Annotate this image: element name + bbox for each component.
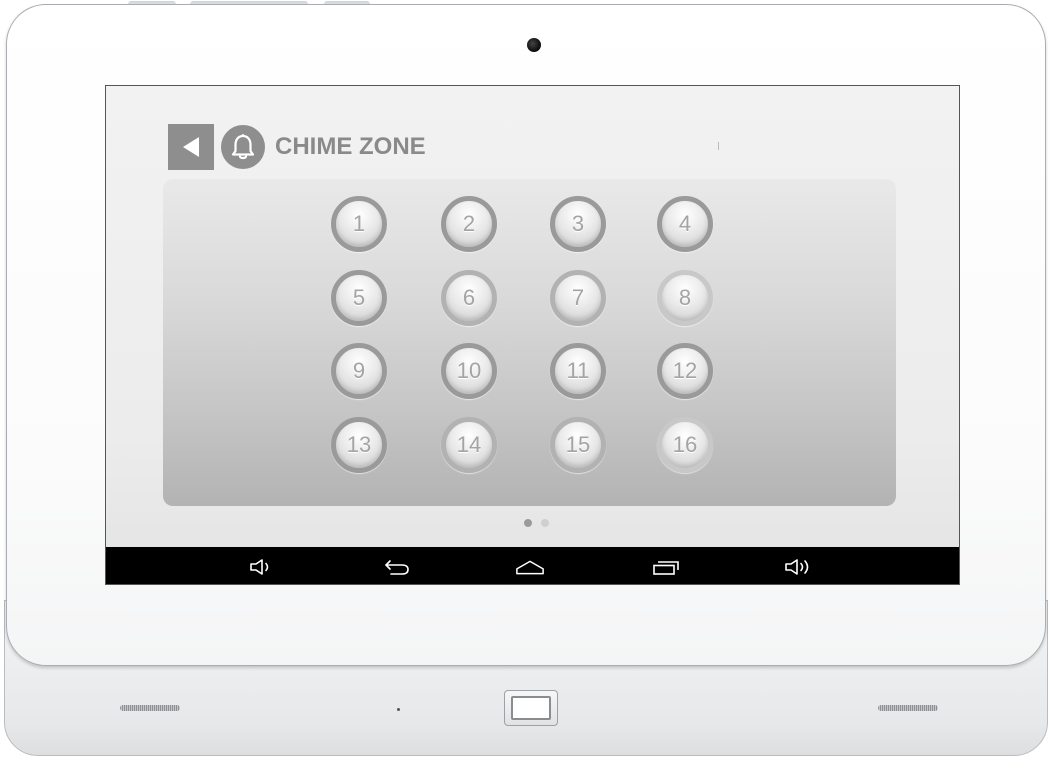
zone-label: 7: [571, 285, 585, 310]
volume-down-button[interactable]: [247, 556, 277, 578]
zone-button[interactable]: 9: [331, 343, 387, 399]
screen: CHIME ZONE 1 2 3 4 5 6 7 8 9 10 11 12 13…: [105, 85, 960, 585]
zone-panel: 1 2 3 4 5 6 7 8 9 10 11 12 13 14 15 16: [163, 179, 896, 506]
zone-button[interactable]: 2: [441, 196, 497, 252]
back-arrow-icon: [385, 560, 409, 575]
device-scene: CHIME ZONE 1 2 3 4 5 6 7 8 9 10 11 12 13…: [0, 0, 1051, 760]
zone-button[interactable]: 11: [550, 343, 606, 399]
zone-label: 10: [456, 358, 482, 383]
back-button[interactable]: [168, 124, 214, 170]
zone-label: 6: [462, 285, 476, 310]
zone-button[interactable]: 15: [550, 417, 606, 473]
zone-label: 14: [456, 432, 482, 457]
nav-recent-apps-button[interactable]: [651, 556, 681, 578]
zone-label: 13: [346, 432, 372, 457]
system-nav-bar: [106, 547, 959, 584]
zone-label: 16: [672, 432, 698, 457]
nav-home-button[interactable]: [515, 556, 545, 578]
volume-up-button[interactable]: [784, 556, 814, 578]
front-camera: [527, 38, 541, 52]
recent-apps-icon: [653, 561, 679, 575]
volume-up-icon: [785, 559, 809, 575]
zone-label: 3: [571, 211, 585, 236]
zone-label: 8: [678, 285, 692, 310]
zone-button[interactable]: 1: [331, 196, 387, 252]
square-icon: [511, 696, 551, 720]
bell-badge: [221, 125, 265, 169]
zone-button[interactable]: 13: [331, 417, 387, 473]
zone-label: 12: [672, 358, 698, 383]
nav-back-button[interactable]: [382, 556, 412, 578]
page-dot[interactable]: [541, 519, 549, 527]
hardware-home-key[interactable]: [504, 690, 558, 726]
zone-label: 2: [462, 211, 476, 236]
home-icon: [516, 560, 544, 575]
zone-button[interactable]: 6: [441, 270, 497, 326]
zone-button[interactable]: 3: [550, 196, 606, 252]
zone-label: 11: [566, 358, 590, 383]
speaker-grille-right: [878, 705, 938, 711]
zone-button[interactable]: 10: [441, 343, 497, 399]
back-triangle-icon: [183, 137, 199, 157]
header: CHIME ZONE: [168, 124, 426, 170]
zone-label: 9: [352, 358, 366, 383]
page-title: CHIME ZONE: [275, 133, 426, 160]
divider-mark: [718, 142, 719, 150]
zone-button[interactable]: 14: [441, 417, 497, 473]
zone-label: 5: [352, 285, 366, 310]
zone-button[interactable]: 5: [331, 270, 387, 326]
volume-down-icon: [250, 559, 269, 575]
zone-label: 1: [352, 211, 366, 236]
zone-button[interactable]: 7: [550, 270, 606, 326]
zone-label: 4: [678, 211, 692, 236]
zone-button[interactable]: 12: [657, 343, 713, 399]
bell-icon: [231, 134, 255, 160]
microphone-dot: [397, 708, 400, 711]
page-indicator: [524, 519, 549, 527]
zone-label: 15: [565, 432, 591, 457]
zone-button[interactable]: 16: [657, 417, 713, 473]
page-dot-active[interactable]: [524, 519, 532, 527]
zone-button[interactable]: 8: [657, 270, 713, 326]
zone-button[interactable]: 4: [657, 196, 713, 252]
speaker-grille-left: [120, 705, 180, 711]
